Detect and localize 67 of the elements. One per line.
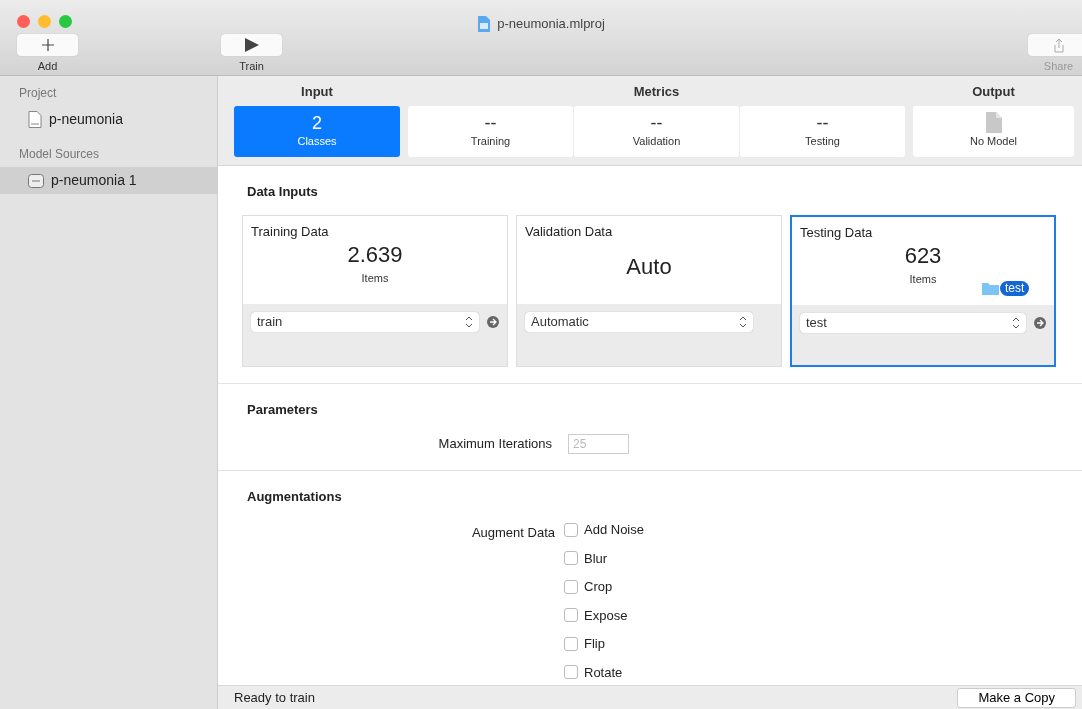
make-copy-button[interactable]: Make a Copy	[957, 687, 1076, 708]
checkbox[interactable]	[564, 608, 578, 623]
section-heading: Data Inputs	[247, 182, 319, 201]
play-icon	[243, 38, 260, 52]
checkbox-label: Crop	[584, 578, 613, 596]
button-label: Add	[37, 59, 58, 74]
zoom-button[interactable]	[59, 15, 72, 28]
button-label: Share	[1043, 59, 1074, 74]
item-count: 623	[904, 242, 942, 269]
data-card[interactable]: Testing Data 623 Items test test	[790, 215, 1056, 367]
item-count: 2.639	[347, 241, 403, 268]
minimize-button[interactable]	[38, 15, 51, 28]
unit-label: Items	[909, 271, 937, 287]
checkbox[interactable]	[564, 551, 578, 566]
arrow-button[interactable]	[1034, 317, 1046, 329]
stage-heading: Metrics	[632, 83, 681, 101]
stage-tab[interactable]: 2 Classes	[234, 105, 400, 157]
input-field[interactable]: 25	[568, 433, 629, 454]
card-title: Validation Data	[525, 223, 613, 241]
chevron-icon	[1012, 317, 1020, 329]
file-icon	[985, 112, 1002, 134]
model-icon	[28, 173, 44, 188]
card-title: Testing Data	[800, 224, 873, 242]
stage-tab[interactable]: -- Validation	[574, 105, 739, 157]
section-heading: Augmentations	[247, 487, 343, 506]
checkbox[interactable]	[564, 665, 578, 680]
checkbox[interactable]	[564, 522, 578, 537]
stage-heading: Input	[300, 83, 334, 101]
share-icon	[1052, 37, 1065, 53]
close-button[interactable]	[17, 15, 30, 28]
checkbox-label: Blur	[584, 549, 608, 568]
plus-icon	[41, 39, 54, 51]
checkbox[interactable]	[564, 636, 578, 651]
checkbox-label: Flip	[584, 635, 605, 653]
data-card[interactable]: Validation Data Auto Automatic	[516, 215, 782, 367]
document-icon	[28, 111, 42, 128]
play-button[interactable]	[221, 34, 282, 56]
sidebar-item[interactable]: p-neumonia	[0, 106, 217, 133]
status-text: Ready to train	[234, 688, 315, 707]
window-title: p-neumonia.mlproj	[497, 15, 605, 33]
chevron-icon	[465, 316, 473, 328]
source-select[interactable]: test	[800, 313, 1026, 333]
add-button[interactable]	[17, 34, 78, 56]
card-title: Training Data	[251, 223, 329, 241]
field-label: Maximum Iterations	[437, 434, 552, 453]
checkbox-label: Rotate	[584, 663, 623, 682]
unit-label: Items	[361, 270, 389, 286]
stage-tab[interactable]: No Model	[913, 105, 1074, 157]
sidebar-item[interactable]: p-neumonia 1	[0, 167, 217, 194]
item-count: Auto	[626, 253, 672, 280]
button-label: Train	[239, 59, 264, 74]
sidebar-heading: Project	[18, 85, 58, 102]
arrow-button[interactable]	[487, 316, 499, 328]
stage-heading: Output	[971, 83, 1016, 101]
chevron-icon	[739, 316, 747, 328]
stage-tab[interactable]: -- Testing	[740, 105, 905, 157]
checkbox[interactable]	[564, 579, 578, 594]
source-select[interactable]: train	[251, 312, 479, 332]
checkbox-label: Add Noise	[584, 521, 644, 539]
source-select[interactable]: Automatic	[525, 312, 753, 332]
section-heading: Parameters	[247, 401, 319, 419]
stage-tab[interactable]: -- Training	[408, 105, 573, 157]
sidebar-heading: Model Sources	[18, 146, 101, 163]
data-card[interactable]: Training Data 2.639 Items train	[242, 215, 508, 367]
checkbox-label: Expose	[584, 606, 628, 625]
document-icon	[477, 15, 492, 32]
field-label: Augment Data	[470, 524, 555, 542]
